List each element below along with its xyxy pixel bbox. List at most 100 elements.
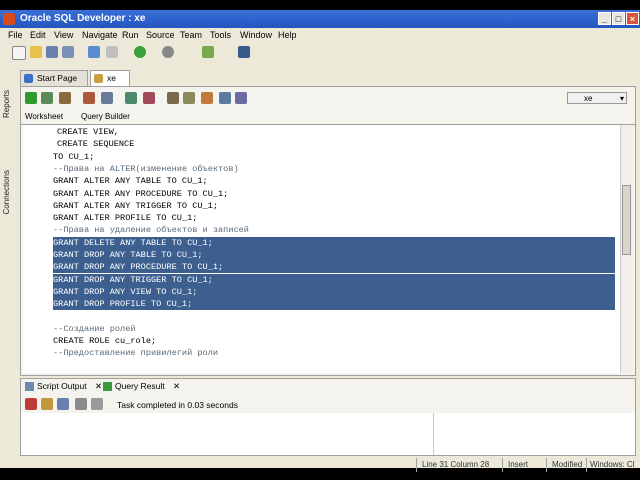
- tab-start-page[interactable]: Start Page: [20, 70, 88, 86]
- save-all-icon[interactable]: [62, 46, 74, 58]
- connections-icon[interactable]: [202, 46, 214, 58]
- tab-label: xe: [107, 73, 116, 83]
- autotrace-icon[interactable]: [167, 92, 179, 104]
- history-icon[interactable]: [219, 92, 231, 104]
- sql-worksheet-panel: xe ▾ Worksheet Query Builder CREATE VIEW…: [20, 86, 636, 376]
- output-panel: Script Output ✕ Query Result ✕ Task comp…: [20, 378, 636, 456]
- output-divider: [433, 413, 434, 455]
- code-line[interactable]: GRANT DROP ANY TRIGGER TO CU_1;: [53, 273, 615, 286]
- code-line[interactable]: CREATE SEQUENCE: [53, 138, 134, 150]
- chevron-down-icon: ▾: [619, 94, 624, 103]
- tab-label: Script Output: [37, 381, 87, 391]
- output-toolbar: Task completed in 0.03 seconds: [21, 396, 635, 412]
- connections-tab[interactable]: Connections: [2, 170, 16, 214]
- code-line[interactable]: GRANT ALTER PROFILE TO CU_1;: [53, 212, 197, 224]
- undo-icon[interactable]: [88, 46, 100, 58]
- menu-navigate[interactable]: Navigate: [82, 30, 118, 40]
- query-result-icon: [103, 382, 112, 391]
- sql-worksheet-icon: [94, 74, 103, 83]
- code-line[interactable]: TO CU_1;: [53, 151, 94, 163]
- minimize-button[interactable]: _: [598, 12, 611, 25]
- sql-tuning-icon[interactable]: [125, 92, 137, 104]
- pin-icon[interactable]: [25, 398, 37, 410]
- save-icon[interactable]: [57, 398, 69, 410]
- status-insert-mode: Insert: [508, 460, 529, 469]
- code-line[interactable]: GRANT ALTER ANY TABLE TO CU_1;: [53, 175, 208, 187]
- explain-plan-icon[interactable]: [143, 92, 155, 104]
- eraser-icon[interactable]: [201, 92, 213, 104]
- back-icon[interactable]: [134, 46, 146, 58]
- tab-label: Start Page: [37, 73, 78, 83]
- window-title: Oracle SQL Developer : xe: [20, 13, 146, 24]
- menu-run[interactable]: Run: [122, 30, 139, 40]
- menu-edit[interactable]: Edit: [30, 30, 46, 40]
- code-line[interactable]: GRANT DROP ANY PROCEDURE TO CU_1;: [53, 261, 615, 274]
- title-bar: Oracle SQL Developer : xe _ □ ×: [0, 10, 640, 28]
- status-os: Windows: Cl: [590, 460, 635, 469]
- menu-file[interactable]: File: [8, 30, 23, 40]
- menu-help[interactable]: Help: [278, 30, 297, 40]
- save-icon[interactable]: [46, 46, 58, 58]
- run-statement-icon[interactable]: [25, 92, 37, 104]
- menu-view[interactable]: View: [54, 30, 73, 40]
- status-separator: [586, 458, 587, 472]
- script-output-area[interactable]: [21, 413, 635, 455]
- print-icon[interactable]: [75, 398, 87, 410]
- tab-script-output[interactable]: Script Output ✕: [25, 381, 102, 392]
- code-line[interactable]: --Создание ролей: [53, 323, 136, 335]
- rollback-icon[interactable]: [83, 92, 95, 104]
- code-line[interactable]: GRANT DROP ANY VIEW TO CU_1;: [53, 285, 615, 298]
- close-icon[interactable]: ✕: [95, 381, 102, 391]
- new-icon[interactable]: [12, 46, 26, 60]
- code-line[interactable]: GRANT DROP PROFILE TO CU_1;: [53, 298, 615, 311]
- code-line[interactable]: CREATE ROLE cu_role;: [53, 335, 156, 347]
- code-line[interactable]: --Предоставление привилегий роли: [53, 347, 218, 359]
- output-status-text: Task completed in 0.03 seconds: [117, 400, 238, 410]
- tab-worksheet[interactable]: Worksheet: [25, 112, 63, 121]
- menu-tools[interactable]: Tools: [210, 30, 231, 40]
- reports-tab[interactable]: Reports: [2, 90, 16, 118]
- connection-select[interactable]: xe ▾: [567, 92, 627, 104]
- clear-icon[interactable]: [91, 398, 103, 410]
- main-toolbar: [0, 43, 640, 63]
- close-button[interactable]: ×: [626, 12, 639, 25]
- editor-scrollbar[interactable]: [620, 125, 633, 373]
- tab-query-result[interactable]: Query Result ✕: [103, 381, 180, 392]
- start-page-icon: [24, 74, 33, 83]
- menu-window[interactable]: Window: [240, 30, 272, 40]
- code-line[interactable]: GRANT ALTER ANY TRIGGER TO CU_1;: [53, 200, 218, 212]
- close-icon[interactable]: ✕: [173, 381, 180, 391]
- scrollbar-thumb[interactable]: [622, 185, 631, 255]
- forward-icon[interactable]: [162, 46, 174, 58]
- script-output-icon: [25, 382, 34, 391]
- run-script-icon[interactable]: [41, 92, 53, 104]
- document-tabs: Start Page xe: [20, 68, 640, 86]
- sql-editor[interactable]: CREATE VIEW, CREATE SEQUENCE TO CU_1; --Пра…: [23, 125, 621, 373]
- status-modified: Modified: [552, 460, 583, 469]
- worksheet-toolbar: xe ▾: [21, 87, 635, 109]
- tab-xe[interactable]: xe: [90, 70, 130, 86]
- menu-team[interactable]: Team: [180, 30, 202, 40]
- clear-icon[interactable]: [183, 92, 195, 104]
- tab-label: Query Result: [115, 381, 165, 391]
- cancel-icon[interactable]: [101, 92, 113, 104]
- redo-icon[interactable]: [106, 46, 118, 58]
- code-line[interactable]: GRANT DELETE ANY TABLE TO CU_1;: [53, 236, 615, 249]
- status-bar: Line 31 Column 28 Insert Modified Window…: [0, 458, 640, 472]
- maximize-button[interactable]: □: [612, 12, 625, 25]
- output-tabs: Script Output ✕ Query Result ✕: [21, 379, 635, 395]
- debug-icon[interactable]: [238, 46, 250, 58]
- code-line[interactable]: GRANT DROP ANY TABLE TO CU_1;: [53, 249, 615, 261]
- code-line[interactable]: --Права на удаление объектов и записей: [53, 224, 249, 236]
- menu-source[interactable]: Source: [146, 30, 175, 40]
- commit-icon[interactable]: [59, 92, 71, 104]
- open-folder-icon[interactable]: [30, 46, 42, 58]
- tab-query-builder[interactable]: Query Builder: [81, 112, 130, 121]
- code-line[interactable]: CREATE VIEW,: [53, 126, 119, 138]
- oracle-app-icon: [3, 13, 15, 25]
- eraser-icon[interactable]: [41, 398, 53, 410]
- connection-value: xe: [584, 94, 593, 103]
- format-icon[interactable]: [235, 92, 247, 104]
- code-line[interactable]: GRANT ALTER ANY PROCEDURE TO CU_1;: [53, 188, 228, 200]
- code-line[interactable]: --Права на ALTER(изменение объектов): [53, 163, 239, 175]
